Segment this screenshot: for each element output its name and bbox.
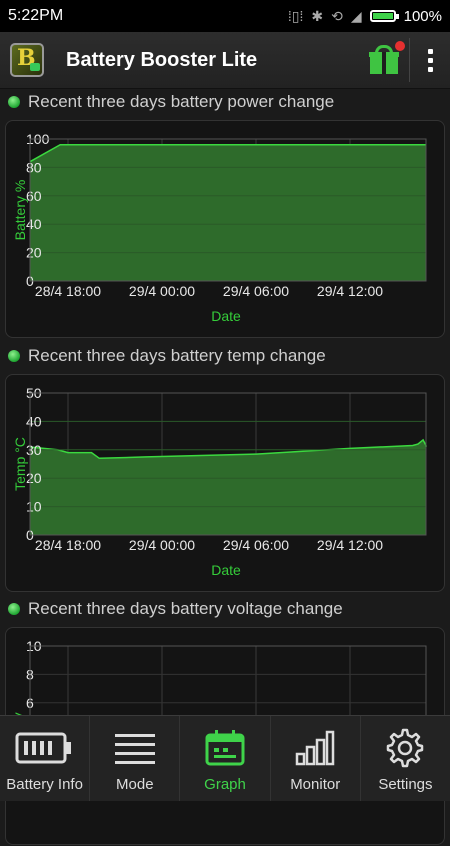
status-bar: 5:22PM ⁞▯⁞ ✱ ⟲ ◢ 100% — [0, 0, 450, 32]
nav-monitor[interactable]: Monitor — [271, 716, 361, 801]
app-title: Battery Booster Lite — [66, 48, 258, 71]
vibrate-icon: ⁞▯⁞ — [287, 7, 304, 24]
y-tick-label: 60 — [26, 188, 42, 204]
app-logo-icon: B — [10, 43, 44, 77]
status-icons: ⁞▯⁞ ✱ ⟲ ◢ 100% — [288, 8, 442, 25]
nav-mode[interactable]: Mode — [90, 716, 181, 801]
y-tick-label: 10 — [26, 499, 42, 515]
x-tick-label: 28/4 18:00 — [35, 283, 101, 299]
power-chart: 02040608010028/4 18:00 29/4 00:00 29/4 06:… — [12, 131, 427, 324]
x-axis-title: Date — [211, 308, 241, 324]
section-header-power: Recent three days battery power change — [8, 92, 334, 112]
x-tick-label: 29/4 00:00 — [129, 537, 195, 553]
signal-icon: ◢ — [350, 7, 362, 24]
monitor-bars-icon — [295, 728, 335, 768]
nav-label: Mode — [116, 776, 154, 793]
nav-label: Graph — [204, 776, 246, 793]
y-tick-label: 30 — [26, 442, 42, 458]
green-dot-icon — [8, 350, 20, 362]
y-tick-label: 40 — [26, 216, 42, 232]
y-tick-label: 20 — [26, 245, 42, 261]
section-title: Recent three days battery temp change — [28, 346, 326, 365]
series-area — [30, 144, 426, 281]
y-axis-title: Battery % — [12, 180, 28, 241]
section-title: Recent three days battery voltage change — [28, 599, 343, 618]
power-chart-panel: 0 20 40 60 80 100 28/4 18:00 29/4 00:00 29/4 06:… — [5, 120, 445, 338]
x-tick-label: 29/4 12:00 — [317, 283, 383, 299]
y-axis-title: Temp °C — [12, 437, 28, 491]
overflow-menu-icon[interactable] — [410, 48, 450, 72]
notification-badge — [395, 41, 405, 51]
battery-info-icon — [15, 728, 75, 768]
green-dot-icon — [8, 603, 20, 615]
settings-gear-icon — [385, 728, 425, 768]
battery-status-icon — [369, 10, 399, 22]
graph-calendar-icon — [204, 728, 246, 768]
x-axis-title: Date — [211, 562, 241, 578]
nav-battery-info[interactable]: Battery Info — [0, 716, 91, 801]
app-bar: B Battery Booster Lite — [0, 32, 450, 89]
nav-label: Settings — [378, 776, 433, 793]
section-header-voltage: Recent three days battery voltage change — [8, 599, 343, 619]
nav-label: Monitor — [290, 776, 341, 793]
bluetooth-icon: ✱ — [311, 7, 324, 24]
temp-chart-panel: 0 10 20 30 40 50 28/4 18:00 29/4 00:00 29/4 06:0… — [5, 374, 445, 592]
y-tick-label: 40 — [26, 413, 42, 429]
section-header-temp: Recent three days battery temp change — [8, 346, 326, 366]
nav-settings[interactable]: Settings — [361, 716, 450, 801]
y-tick-label: 80 — [26, 159, 42, 175]
rotation-lock-icon: ⟲ — [331, 7, 343, 24]
x-tick-label: 29/4 06:00 — [223, 283, 289, 299]
nav-graph[interactable]: Graph — [180, 716, 271, 801]
nav-label: Battery Info — [6, 776, 83, 793]
section-title: Recent three days battery power change — [28, 92, 335, 111]
y-tick-label: 20 — [26, 470, 42, 486]
battery-percent: 100% — [403, 7, 442, 25]
temp-chart: 0102030405028/4 18:00 29/4 00:00 29/4 06:0… — [12, 385, 427, 578]
x-tick-label: 29/4 06:00 — [223, 537, 289, 553]
gift-icon[interactable] — [369, 41, 405, 75]
status-time: 5:22PM — [8, 7, 64, 24]
bottom-nav: Battery Info Mode Graph Monitor Settings — [0, 715, 450, 801]
x-tick-label: 29/4 12:00 — [317, 537, 383, 553]
x-tick-label: 29/4 00:00 — [129, 283, 195, 299]
mode-list-icon — [113, 728, 157, 768]
green-dot-icon — [8, 96, 20, 108]
x-tick-label: 28/4 18:00 — [35, 537, 101, 553]
